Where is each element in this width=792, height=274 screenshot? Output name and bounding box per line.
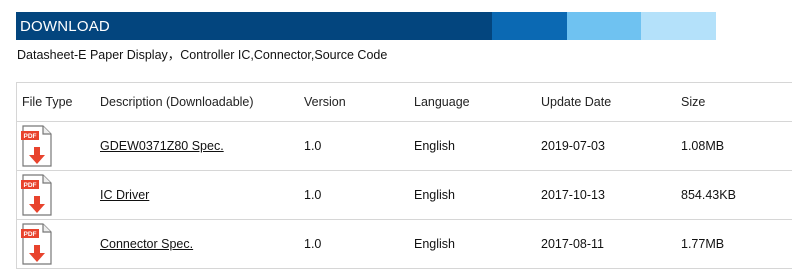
downloads-table-wrapper: File Type Description (Downloadable) Ver… <box>16 82 792 269</box>
size-cell: 854.43KB <box>681 170 792 220</box>
file-type-cell: PDF <box>17 121 100 171</box>
column-header-update-date: Update Date <box>541 83 681 122</box>
document-download-link[interactable]: GDEW0371Z80 Spec. <box>100 139 224 153</box>
download-header-bar: DOWNLOAD <box>16 12 716 40</box>
language-cell: English <box>414 219 541 269</box>
column-header-language: Language <box>414 83 541 122</box>
document-download-link[interactable]: IC Driver <box>100 188 149 202</box>
column-header-version: Version <box>304 83 414 122</box>
description-cell: Connector Spec. <box>100 219 304 269</box>
column-header-file-type: File Type <box>17 83 100 122</box>
download-title: DOWNLOAD <box>20 17 110 35</box>
pdf-icon[interactable]: PDF <box>21 174 53 216</box>
svg-text:PDF: PDF <box>24 182 37 189</box>
description-cell: GDEW0371Z80 Spec. <box>100 121 304 171</box>
header-bar-segment-pale <box>641 12 716 40</box>
language-cell: English <box>414 121 541 171</box>
table-row: PDF Connector Spec. 1.0 English 2017-08-… <box>17 219 792 269</box>
table-row: PDF GDEW0371Z80 Spec. 1.0 English 2019-0… <box>17 121 792 171</box>
size-cell: 1.08MB <box>681 121 792 171</box>
version-cell: 1.0 <box>304 121 414 171</box>
column-header-description: Description (Downloadable) <box>100 83 304 122</box>
document-download-link[interactable]: Connector Spec. <box>100 237 193 251</box>
pdf-icon[interactable]: PDF <box>21 125 53 167</box>
version-cell: 1.0 <box>304 170 414 220</box>
header-bar-segment-dark: DOWNLOAD <box>16 12 492 40</box>
table-row: PDF IC Driver 1.0 English 2017-10-13 854… <box>17 170 792 220</box>
svg-text:PDF: PDF <box>24 231 37 238</box>
update-date-cell: 2017-08-11 <box>541 219 681 269</box>
pdf-icon[interactable]: PDF <box>21 223 53 265</box>
header-bar-segment-light <box>567 12 641 40</box>
header-bar-segment-blue <box>492 12 567 40</box>
update-date-cell: 2019-07-03 <box>541 121 681 171</box>
table-header-row: File Type Description (Downloadable) Ver… <box>17 83 792 122</box>
size-cell: 1.77MB <box>681 219 792 269</box>
downloads-table: File Type Description (Downloadable) Ver… <box>17 83 792 269</box>
description-cell: IC Driver <box>100 170 304 220</box>
column-header-size: Size <box>681 83 792 122</box>
file-type-cell: PDF <box>17 170 100 220</box>
file-type-cell: PDF <box>17 219 100 269</box>
update-date-cell: 2017-10-13 <box>541 170 681 220</box>
download-page: DOWNLOAD Datasheet-E Paper Display，Contr… <box>0 0 792 274</box>
version-cell: 1.0 <box>304 219 414 269</box>
svg-text:PDF: PDF <box>24 133 37 140</box>
download-subtitle: Datasheet-E Paper Display，Controller IC,… <box>17 48 388 62</box>
language-cell: English <box>414 170 541 220</box>
